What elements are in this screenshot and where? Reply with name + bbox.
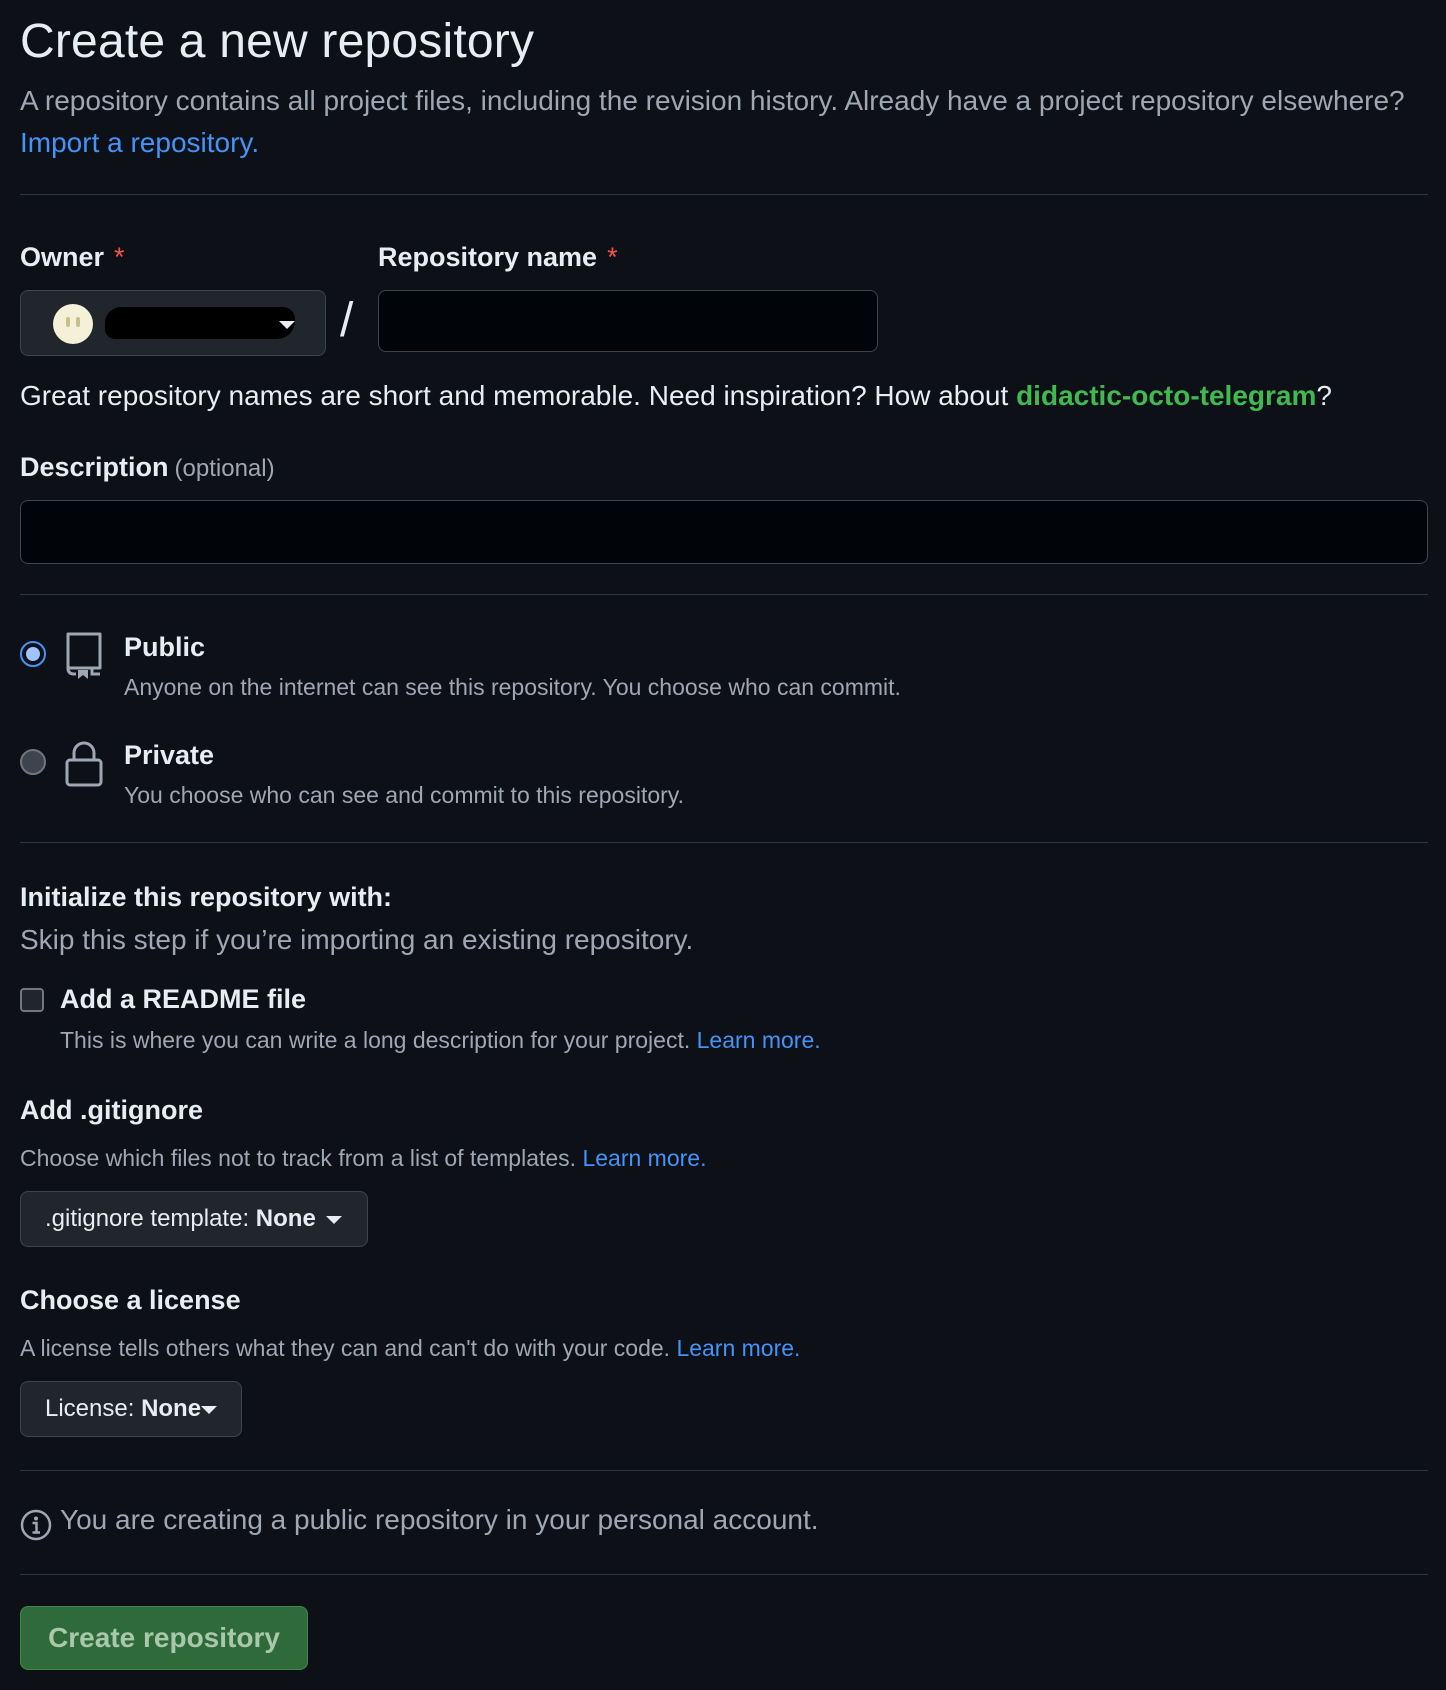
- owner-repo-separator: /: [340, 294, 354, 347]
- visibility-private-desc: You choose who can see and commit to thi…: [124, 782, 684, 808]
- description-label-text: Description: [20, 452, 169, 482]
- description-label: Description (optional): [20, 452, 275, 483]
- readme-desc-text: This is where you can write a long descr…: [60, 1027, 691, 1053]
- initialize-title: Initialize this repository with:: [20, 882, 393, 912]
- license-title: Choose a license: [20, 1285, 241, 1315]
- owner-name-redacted: [105, 307, 295, 339]
- page-subtitle: A repository contains all project files,…: [20, 80, 1428, 164]
- visibility-public-desc: Anyone on the internet can see this repo…: [124, 674, 901, 700]
- license-dropdown[interactable]: License: None: [20, 1381, 242, 1437]
- divider: [20, 1470, 1428, 1471]
- caret-down-icon: [326, 1216, 342, 1224]
- gitignore-desc: Choose which files not to track from a l…: [20, 1145, 706, 1172]
- readme-desc: This is where you can write a long descr…: [60, 1027, 821, 1054]
- readme-label[interactable]: Add a README file: [60, 984, 306, 1015]
- avatar: [53, 304, 93, 344]
- divider: [20, 1574, 1428, 1575]
- required-mark: *: [114, 242, 125, 272]
- license-desc-text: A license tells others what they can and…: [20, 1335, 671, 1361]
- visibility-public-radio[interactable]: [20, 641, 46, 667]
- caret-down-icon: [279, 321, 295, 329]
- divider: [20, 194, 1428, 195]
- gitignore-template-dropdown[interactable]: .gitignore template: None: [20, 1191, 368, 1247]
- import-repository-link[interactable]: Import a repository.: [20, 127, 259, 158]
- owner-label-text: Owner: [20, 242, 105, 272]
- description-input[interactable]: [20, 500, 1428, 564]
- create-repository-button[interactable]: Create repository: [20, 1606, 308, 1670]
- name-hint-suffix: ?: [1316, 380, 1332, 411]
- gitignore-dropdown-value: None: [255, 1205, 316, 1232]
- readme-checkbox[interactable]: [20, 988, 44, 1012]
- repository-name-label-text: Repository name: [378, 242, 598, 272]
- gitignore-title: Add .gitignore: [20, 1095, 203, 1125]
- gitignore-learn-more-link[interactable]: Learn more.: [582, 1145, 706, 1171]
- required-mark: *: [607, 242, 618, 272]
- owner-label: Owner *: [20, 242, 125, 273]
- owner-dropdown[interactable]: [20, 290, 326, 356]
- repository-name-label: Repository name *: [378, 242, 618, 273]
- license-dropdown-prefix: License:: [45, 1395, 142, 1422]
- info-icon: [20, 1509, 52, 1541]
- suggested-name-link[interactable]: didactic-octo-telegram: [1016, 380, 1316, 411]
- repository-name-input[interactable]: [378, 290, 878, 352]
- optional-tag: (optional): [174, 455, 275, 482]
- repo-icon: [66, 632, 102, 679]
- visibility-public-title: Public: [124, 632, 206, 662]
- caret-down-icon: [201, 1406, 217, 1414]
- visibility-private-radio[interactable]: [20, 749, 46, 775]
- license-learn-more-link[interactable]: Learn more.: [676, 1335, 800, 1361]
- create-repository-page: Create a new repository A repository con…: [0, 0, 1446, 1690]
- page-title: Create a new repository: [20, 15, 535, 68]
- license-dropdown-value: None: [141, 1395, 202, 1422]
- initialize-skip-text: Skip this step if you’re importing an ex…: [20, 924, 694, 955]
- name-hint-text: Great repository names are short and mem…: [20, 380, 1017, 411]
- lock-icon: [65, 741, 103, 787]
- divider: [20, 842, 1428, 843]
- subtitle-text: A repository contains all project files,…: [20, 85, 1405, 116]
- visibility-private-title: Private: [124, 740, 215, 770]
- visibility-notice: You are creating a public repository in …: [60, 1504, 819, 1535]
- name-hint: Great repository names are short and mem…: [20, 376, 1332, 416]
- gitignore-desc-text: Choose which files not to track from a l…: [20, 1145, 577, 1171]
- gitignore-dropdown-prefix: .gitignore template:: [45, 1205, 256, 1232]
- divider: [20, 594, 1428, 595]
- license-desc: A license tells others what they can and…: [20, 1335, 800, 1362]
- readme-learn-more-link[interactable]: Learn more.: [697, 1027, 821, 1053]
